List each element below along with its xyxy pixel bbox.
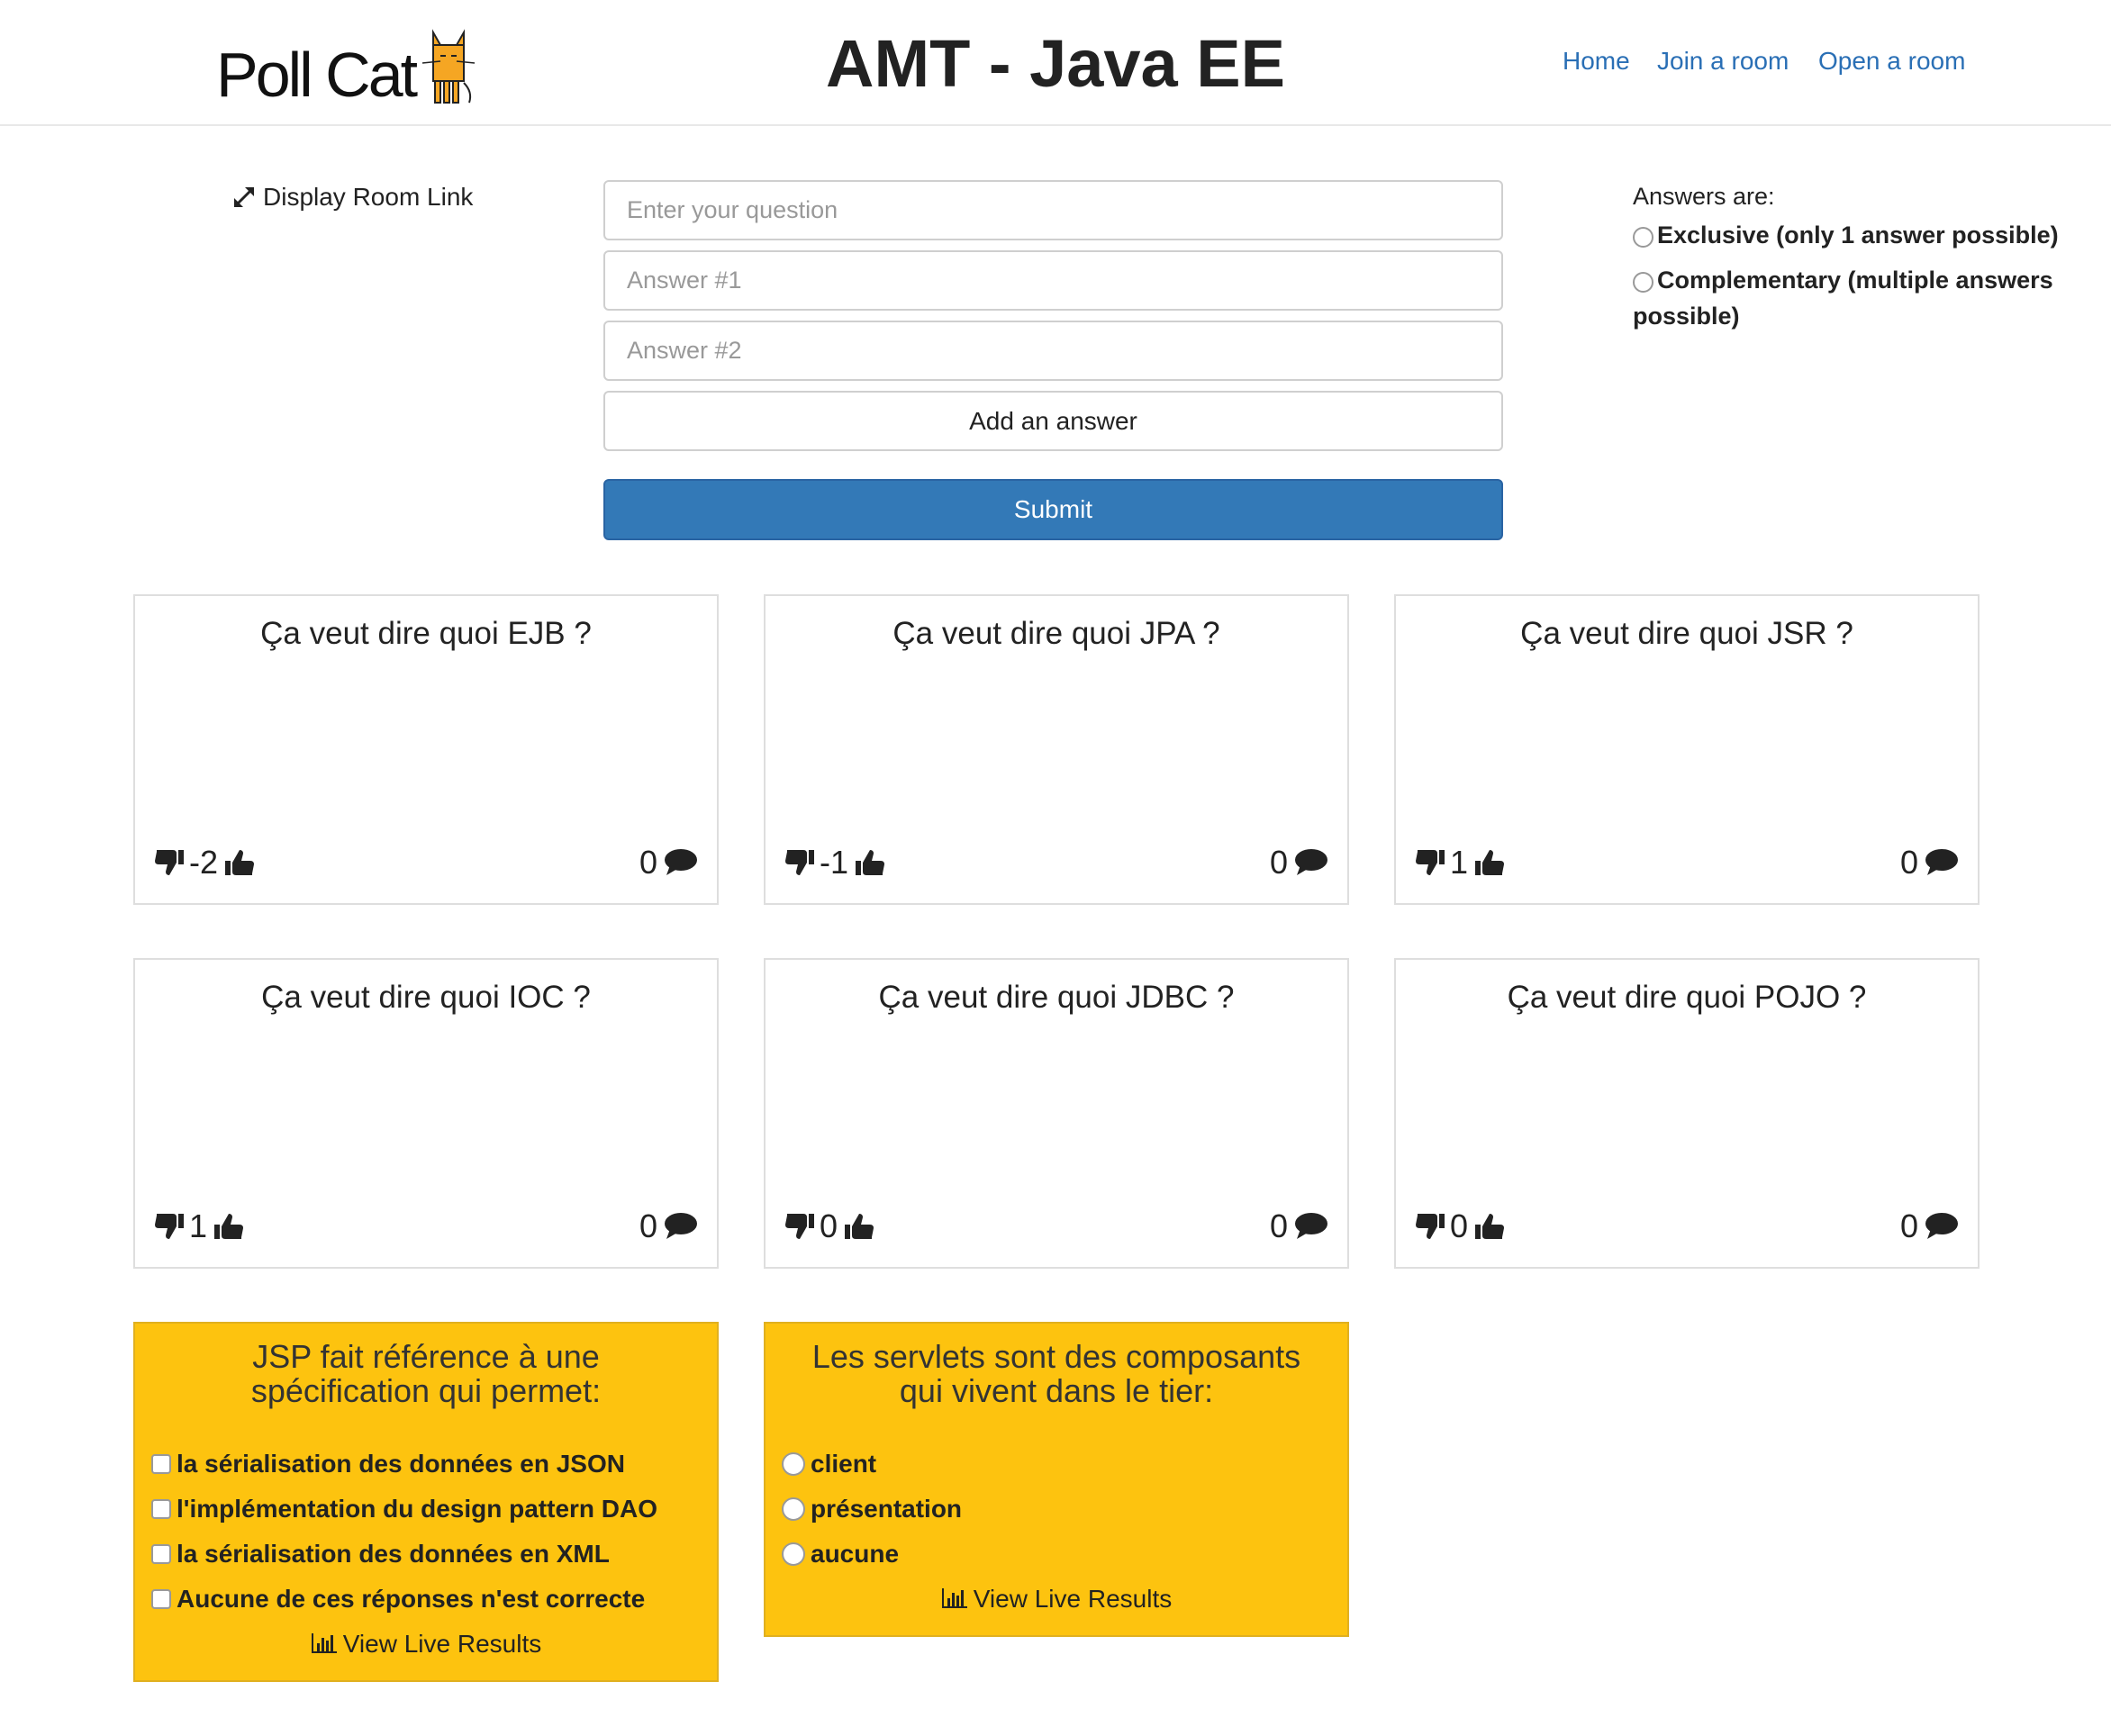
comment-number: 0 <box>639 844 657 881</box>
comment-count[interactable]: 0 <box>1900 844 1958 882</box>
poll-option[interactable]: la sérialisation des données en XML <box>151 1540 610 1569</box>
comment-icon <box>1295 849 1327 875</box>
exclusive-label: Exclusive (only 1 answer possible) <box>1657 222 2059 249</box>
question-card[interactable]: Ça veut dire quoi JPA ? -1 0 <box>764 594 1349 905</box>
complementary-option[interactable]: Complementary (multiple answers possible… <box>1633 262 2101 334</box>
question-card[interactable]: Ça veut dire quoi EJB ? -2 0 <box>133 594 719 905</box>
poll-option[interactable]: client <box>782 1450 876 1478</box>
bar-chart-icon <box>941 1588 967 1608</box>
comment-icon <box>1925 849 1958 875</box>
vote-score: 0 <box>820 1207 838 1244</box>
answer-1-input[interactable] <box>603 250 1503 311</box>
poll-option[interactable]: l'implémentation du design pattern DAO <box>151 1495 657 1524</box>
vote-controls: 1 <box>155 1207 244 1245</box>
poll-option[interactable]: Aucune de ces réponses n'est correcte <box>151 1585 645 1614</box>
expand-icon <box>234 187 254 207</box>
comment-number: 0 <box>1269 1207 1288 1244</box>
poll-radio[interactable] <box>782 1497 805 1521</box>
answer-type-label: Answers are: <box>1633 183 1775 210</box>
comment-icon <box>1925 1213 1958 1239</box>
comment-number: 0 <box>1899 844 1918 881</box>
comment-count[interactable]: 0 <box>639 1207 697 1245</box>
poll-checkbox[interactable] <box>151 1499 171 1519</box>
thumbs-down-icon[interactable] <box>1416 848 1446 877</box>
question-card[interactable]: Ça veut dire quoi JSR ? 1 0 <box>1394 594 1980 905</box>
comment-count[interactable]: 0 <box>1900 1207 1958 1245</box>
answer-2-input[interactable] <box>603 321 1503 381</box>
vote-score: 0 <box>1450 1207 1469 1244</box>
vote-controls: -1 <box>785 844 885 882</box>
vote-controls: 0 <box>1416 1207 1505 1245</box>
view-live-results-link[interactable]: View Live Results <box>766 1585 1347 1614</box>
logo[interactable]: Poll Cat <box>216 25 476 106</box>
poll-option[interactable]: la sérialisation des données en JSON <box>151 1450 625 1478</box>
question-input[interactable] <box>603 180 1503 240</box>
comment-icon <box>665 849 697 875</box>
question-title: Ça veut dire quoi POJO ? <box>1507 980 1867 1015</box>
thumbs-up-icon[interactable] <box>213 1212 244 1241</box>
poll-title: JSP fait référence à une spécification q… <box>250 1338 602 1409</box>
vote-controls: 1 <box>1416 844 1505 882</box>
question-card[interactable]: Ça veut dire quoi JDBC ? 0 0 <box>764 958 1349 1269</box>
vote-controls: -2 <box>155 844 255 882</box>
comment-icon <box>1295 1213 1327 1239</box>
submit-button[interactable]: Submit <box>603 479 1503 540</box>
poll-radio[interactable] <box>782 1452 805 1476</box>
poll-checkbox[interactable] <box>151 1544 171 1564</box>
thumbs-down-icon[interactable] <box>155 1212 186 1241</box>
poll-checkbox[interactable] <box>151 1589 171 1609</box>
bar-chart-icon <box>311 1633 337 1653</box>
nav-join-room[interactable]: Join a room <box>1657 47 1789 76</box>
comment-icon <box>665 1213 697 1239</box>
thumbs-down-icon[interactable] <box>785 1212 816 1241</box>
nav-open-room[interactable]: Open a room <box>1818 47 1965 76</box>
thumbs-up-icon[interactable] <box>854 848 885 877</box>
thumbs-up-icon[interactable] <box>1473 1212 1505 1241</box>
vote-score: 1 <box>1450 844 1469 881</box>
poll-card: Les servlets sont des composants qui viv… <box>764 1322 1349 1637</box>
cat-logo-icon <box>422 29 476 104</box>
display-room-link-label: Display Room Link <box>263 183 474 211</box>
vote-score: 1 <box>189 1207 208 1244</box>
vote-score: -2 <box>189 844 219 881</box>
question-title: Ça veut dire quoi EJB ? <box>260 616 592 651</box>
exclusive-radio[interactable] <box>1633 227 1653 248</box>
logo-text: Poll Cat <box>216 40 418 110</box>
vote-score: -1 <box>820 844 849 881</box>
complementary-label: Complementary (multiple answers possible… <box>1633 267 2053 330</box>
comment-number: 0 <box>1269 844 1288 881</box>
complementary-radio[interactable] <box>1633 272 1653 293</box>
view-live-results-link[interactable]: View Live Results <box>135 1630 717 1659</box>
question-title: Ça veut dire quoi JSR ? <box>1520 616 1853 651</box>
comment-count[interactable]: 0 <box>639 844 697 882</box>
vote-controls: 0 <box>785 1207 874 1245</box>
poll-title: Les servlets sont des composants qui viv… <box>811 1338 1301 1409</box>
page-title: AMT - Java EE <box>826 26 1285 101</box>
thumbs-up-icon[interactable] <box>223 848 255 877</box>
poll-radio[interactable] <box>782 1542 805 1566</box>
nav-home[interactable]: Home <box>1563 47 1630 76</box>
question-card[interactable]: Ça veut dire quoi POJO ? 0 0 <box>1394 958 1980 1269</box>
thumbs-down-icon[interactable] <box>785 848 816 877</box>
thumbs-up-icon[interactable] <box>843 1212 874 1241</box>
poll-option[interactable]: aucune <box>782 1540 899 1569</box>
add-answer-button[interactable]: Add an answer <box>603 391 1503 451</box>
question-title: Ça veut dire quoi JPA ? <box>892 616 1220 651</box>
thumbs-down-icon[interactable] <box>155 848 186 877</box>
poll-card: JSP fait référence à une spécification q… <box>133 1322 719 1682</box>
question-title: Ça veut dire quoi JDBC ? <box>878 980 1235 1015</box>
question-card[interactable]: Ça veut dire quoi IOC ? 1 0 <box>133 958 719 1269</box>
exclusive-option[interactable]: Exclusive (only 1 answer possible) <box>1633 217 2101 253</box>
poll-option[interactable]: présentation <box>782 1495 962 1524</box>
thumbs-down-icon[interactable] <box>1416 1212 1446 1241</box>
comment-number: 0 <box>639 1207 657 1244</box>
question-title: Ça veut dire quoi IOC ? <box>261 980 591 1015</box>
display-room-link[interactable]: Display Room Link <box>232 183 473 212</box>
comment-count[interactable]: 0 <box>1270 844 1327 882</box>
thumbs-up-icon[interactable] <box>1473 848 1505 877</box>
poll-checkbox[interactable] <box>151 1454 171 1474</box>
comment-number: 0 <box>1899 1207 1918 1244</box>
comment-count[interactable]: 0 <box>1270 1207 1327 1245</box>
